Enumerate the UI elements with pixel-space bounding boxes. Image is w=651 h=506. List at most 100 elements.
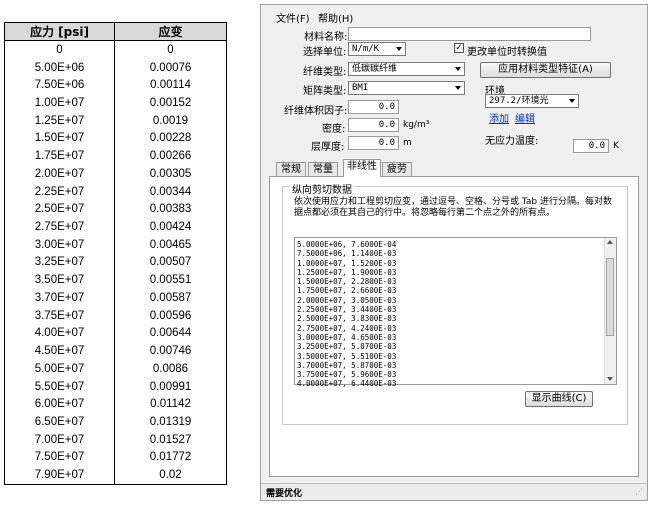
chevron-down-icon — [569, 99, 575, 103]
tab-constants[interactable]: 常量 — [308, 162, 338, 176]
table-row: 2.25E+07 0.00344 — [4, 182, 227, 201]
stress-cell: 2.75E+07 — [4, 218, 115, 236]
data-line: 2.7500E+07, 4.2400E-03 — [297, 323, 397, 333]
table-row: 5.00E+07 0.0086 — [4, 359, 227, 378]
stress-column-header: 应力 [psi] — [4, 22, 115, 41]
chevron-down-icon — [455, 67, 461, 71]
data-line: 1.7500E+07, 2.6600E-03 — [297, 286, 397, 296]
table-row: 7.50E+06 0.00114 — [4, 76, 227, 95]
table-row: 5.00E+06 0.00076 — [4, 58, 227, 77]
fiber-volume-input[interactable]: 0.0 — [348, 100, 399, 114]
strain-cell: 0.01772 — [114, 448, 227, 467]
strain-cell: 0.00644 — [114, 324, 227, 343]
density-label: 密度: — [322, 124, 346, 135]
stress-cell: 1.50E+07 — [4, 129, 115, 148]
ply-thickness-input[interactable]: 0.0 — [348, 136, 399, 150]
data-line: 5.0000E+06, 7.6000E-04 — [297, 240, 397, 249]
add-environment-link[interactable]: 添加 — [489, 110, 509, 125]
tab-general[interactable]: 常规 — [276, 162, 306, 176]
scroll-thumb[interactable] — [606, 258, 614, 336]
stress-cell: 0 — [4, 40, 115, 59]
material-dialog: 文件(F) 帮助(H) 材料名称: 选择单位: N/m/K ✓ 更改单位时转换值… — [260, 4, 648, 501]
instructions-text: 依次使用应力和工程剪切应变，通过逗号、空格、分号或 Tab 进行分隔。每对数据点… — [294, 197, 612, 218]
environment-select[interactable]: 297.2/环境光 — [485, 94, 579, 108]
data-textarea[interactable]: 5.0000E+06, 7.6000E-04 7.5000E+06, 1.1400… — [294, 237, 617, 388]
fiber-type-select-value: 低碳碳纤维 — [352, 64, 398, 74]
scroll-up-icon[interactable] — [607, 240, 613, 244]
strain-cell: 0.00507 — [114, 253, 227, 272]
unit-select-value: N/m/K — [352, 44, 380, 54]
apply-material-type-button[interactable]: 应用材料类型特征(A) — [480, 62, 611, 78]
resize-grip-icon[interactable]: ⋰ — [635, 487, 643, 496]
strain-cell: 0.00746 — [114, 342, 227, 360]
stress-free-temp-label: 无应力温度: — [485, 136, 539, 147]
table-row: 7.50E+07 0.01772 — [4, 448, 227, 467]
data-line: 1.5000E+07, 2.2800E-03 — [297, 277, 397, 287]
data-lines: 5.0000E+06, 7.6000E-04 7.5000E+06, 1.1400… — [297, 240, 396, 389]
tab-fatigue[interactable]: 疲劳 — [382, 162, 412, 176]
stress-cell: 7.50E+07 — [4, 448, 115, 467]
convert-checkbox[interactable]: ✓ — [454, 43, 464, 53]
table-row: 3.75E+07 0.00596 — [4, 306, 227, 325]
strain-cell: 0.00114 — [114, 76, 227, 95]
matrix-type-label: 矩阵类型: — [303, 86, 347, 97]
stress-cell: 6.00E+07 — [4, 395, 115, 414]
data-line: 3.0000E+07, 4.6500E-03 — [297, 332, 397, 342]
table-row: 3.50E+07 0.00551 — [4, 271, 227, 290]
strain-cell: 0.00076 — [114, 58, 227, 77]
menu-file[interactable]: 文件(F) — [276, 10, 310, 25]
stress-cell: 3.50E+07 — [4, 271, 115, 290]
vertical-scrollbar[interactable] — [604, 238, 616, 384]
table-row: 3.00E+07 0.00465 — [4, 235, 227, 254]
strain-cell: 0.00587 — [114, 289, 227, 307]
matrix-type-select[interactable]: BMI — [348, 81, 465, 95]
fiber-type-label: 纤维类型: — [303, 67, 347, 78]
stress-cell: 2.50E+07 — [4, 200, 115, 219]
environment-select-value: 297.2/环境光 — [489, 96, 549, 106]
data-line: 4.0000E+07, 6.4400E-03 — [297, 379, 397, 389]
chevron-down-icon — [396, 47, 402, 51]
table-row: 3.25E+07 0.00507 — [4, 253, 227, 272]
table-row: 1.25E+07 0.0019 — [4, 111, 227, 130]
table-row: 4.00E+07 0.00644 — [4, 324, 227, 343]
data-line: 3.2500E+07, 5.0700E-03 — [297, 342, 397, 352]
strain-cell: 0.00266 — [114, 147, 227, 166]
data-line: 7.5000E+06, 1.1400E-03 — [297, 249, 397, 259]
edit-environment-link[interactable]: 编辑 — [515, 110, 535, 125]
matrix-type-select-value: BMI — [352, 83, 369, 93]
density-input[interactable]: 0.0 — [348, 118, 399, 132]
stress-cell: 7.00E+07 — [4, 430, 115, 449]
data-line: 1.2500E+07, 1.9000E-03 — [297, 267, 397, 277]
menu-help[interactable]: 帮助(H) — [318, 10, 353, 25]
stress-cell: 3.75E+07 — [4, 306, 115, 325]
tab-nonlinear[interactable]: 非线性 — [343, 159, 381, 177]
fiber-type-select[interactable]: 低碳碳纤维 — [348, 62, 465, 76]
stress-cell: 2.00E+07 — [4, 165, 115, 183]
scroll-down-icon[interactable] — [607, 377, 613, 381]
data-line: 1.0000E+07, 1.5200E-03 — [297, 258, 397, 268]
table-row: 7.90E+07 0.02 — [4, 466, 227, 485]
material-name-input[interactable] — [348, 27, 591, 41]
stress-cell: 2.25E+07 — [4, 182, 115, 201]
strain-cell: 0.00228 — [114, 129, 227, 148]
data-line: 2.2500E+07, 3.4400E-03 — [297, 305, 397, 315]
strain-cell: 0.01527 — [114, 430, 227, 449]
table-row: 5.50E+07 0.00991 — [4, 377, 227, 396]
stress-free-temp-unit: K — [613, 141, 619, 151]
unit-select[interactable]: N/m/K — [348, 42, 406, 56]
stress-cell: 4.50E+07 — [4, 342, 115, 360]
table-row: 6.50E+07 0.01319 — [4, 413, 227, 431]
show-curve-button[interactable]: 显示曲线(C) — [525, 391, 593, 407]
stress-cell: 7.50E+06 — [4, 76, 115, 95]
chevron-down-icon — [455, 86, 461, 90]
data-line: 3.7500E+07, 5.9600E-03 — [297, 370, 397, 380]
stress-strain-table: 应力 [psi] 应变 0 0 5.00E+06 0.00076 7.50E+06 0.0… — [4, 22, 227, 485]
strain-cell: 0.00596 — [114, 306, 227, 325]
stress-free-temp-input[interactable]: 0.0 — [573, 139, 609, 153]
table-row: 1.75E+07 0.00266 — [4, 147, 227, 166]
table-row: 3.70E+07 0.00587 — [4, 289, 227, 307]
table-header-row: 应力 [psi] 应变 — [4, 22, 227, 41]
convert-checkbox-label: 更改单位时转换值 — [467, 47, 547, 58]
ply-thickness-label: 层厚度: — [311, 142, 345, 153]
stress-cell: 6.50E+07 — [4, 413, 115, 431]
